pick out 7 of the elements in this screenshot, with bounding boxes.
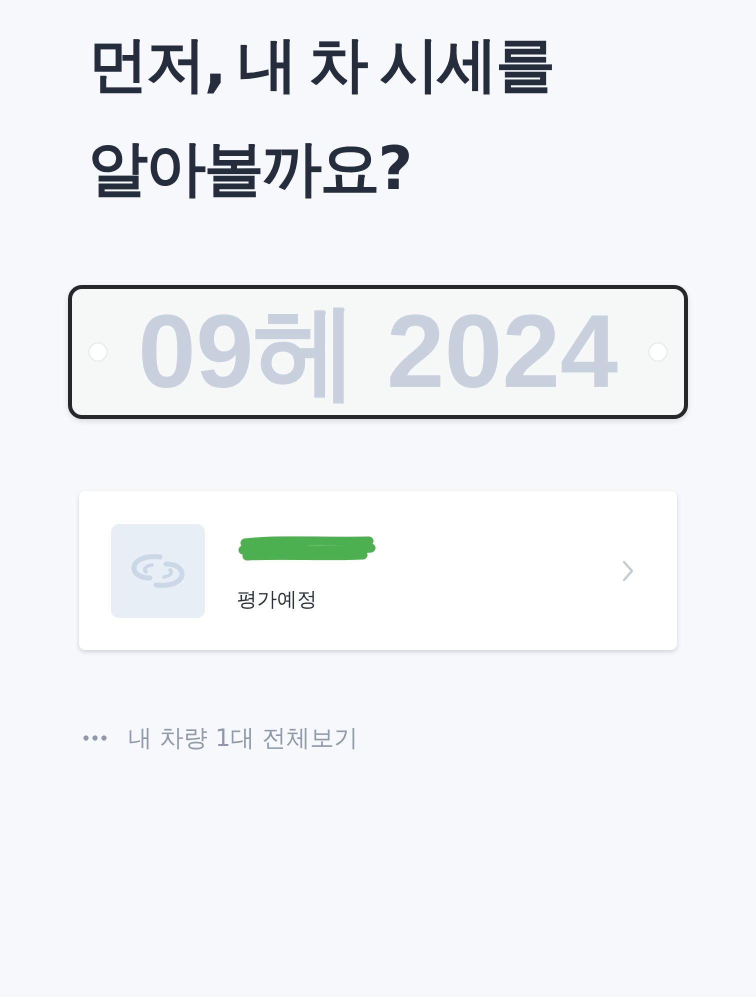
chevron-right-icon xyxy=(622,560,634,582)
bolt-icon xyxy=(88,342,108,362)
car-card[interactable]: 평가예정 xyxy=(79,491,677,650)
more-dots-icon xyxy=(83,735,107,741)
evaluation-status: 평가예정 xyxy=(237,586,317,612)
page-title: 먼저, 내 차 시세를 알아볼까요? xyxy=(88,29,554,206)
bolt-icon xyxy=(648,342,668,362)
